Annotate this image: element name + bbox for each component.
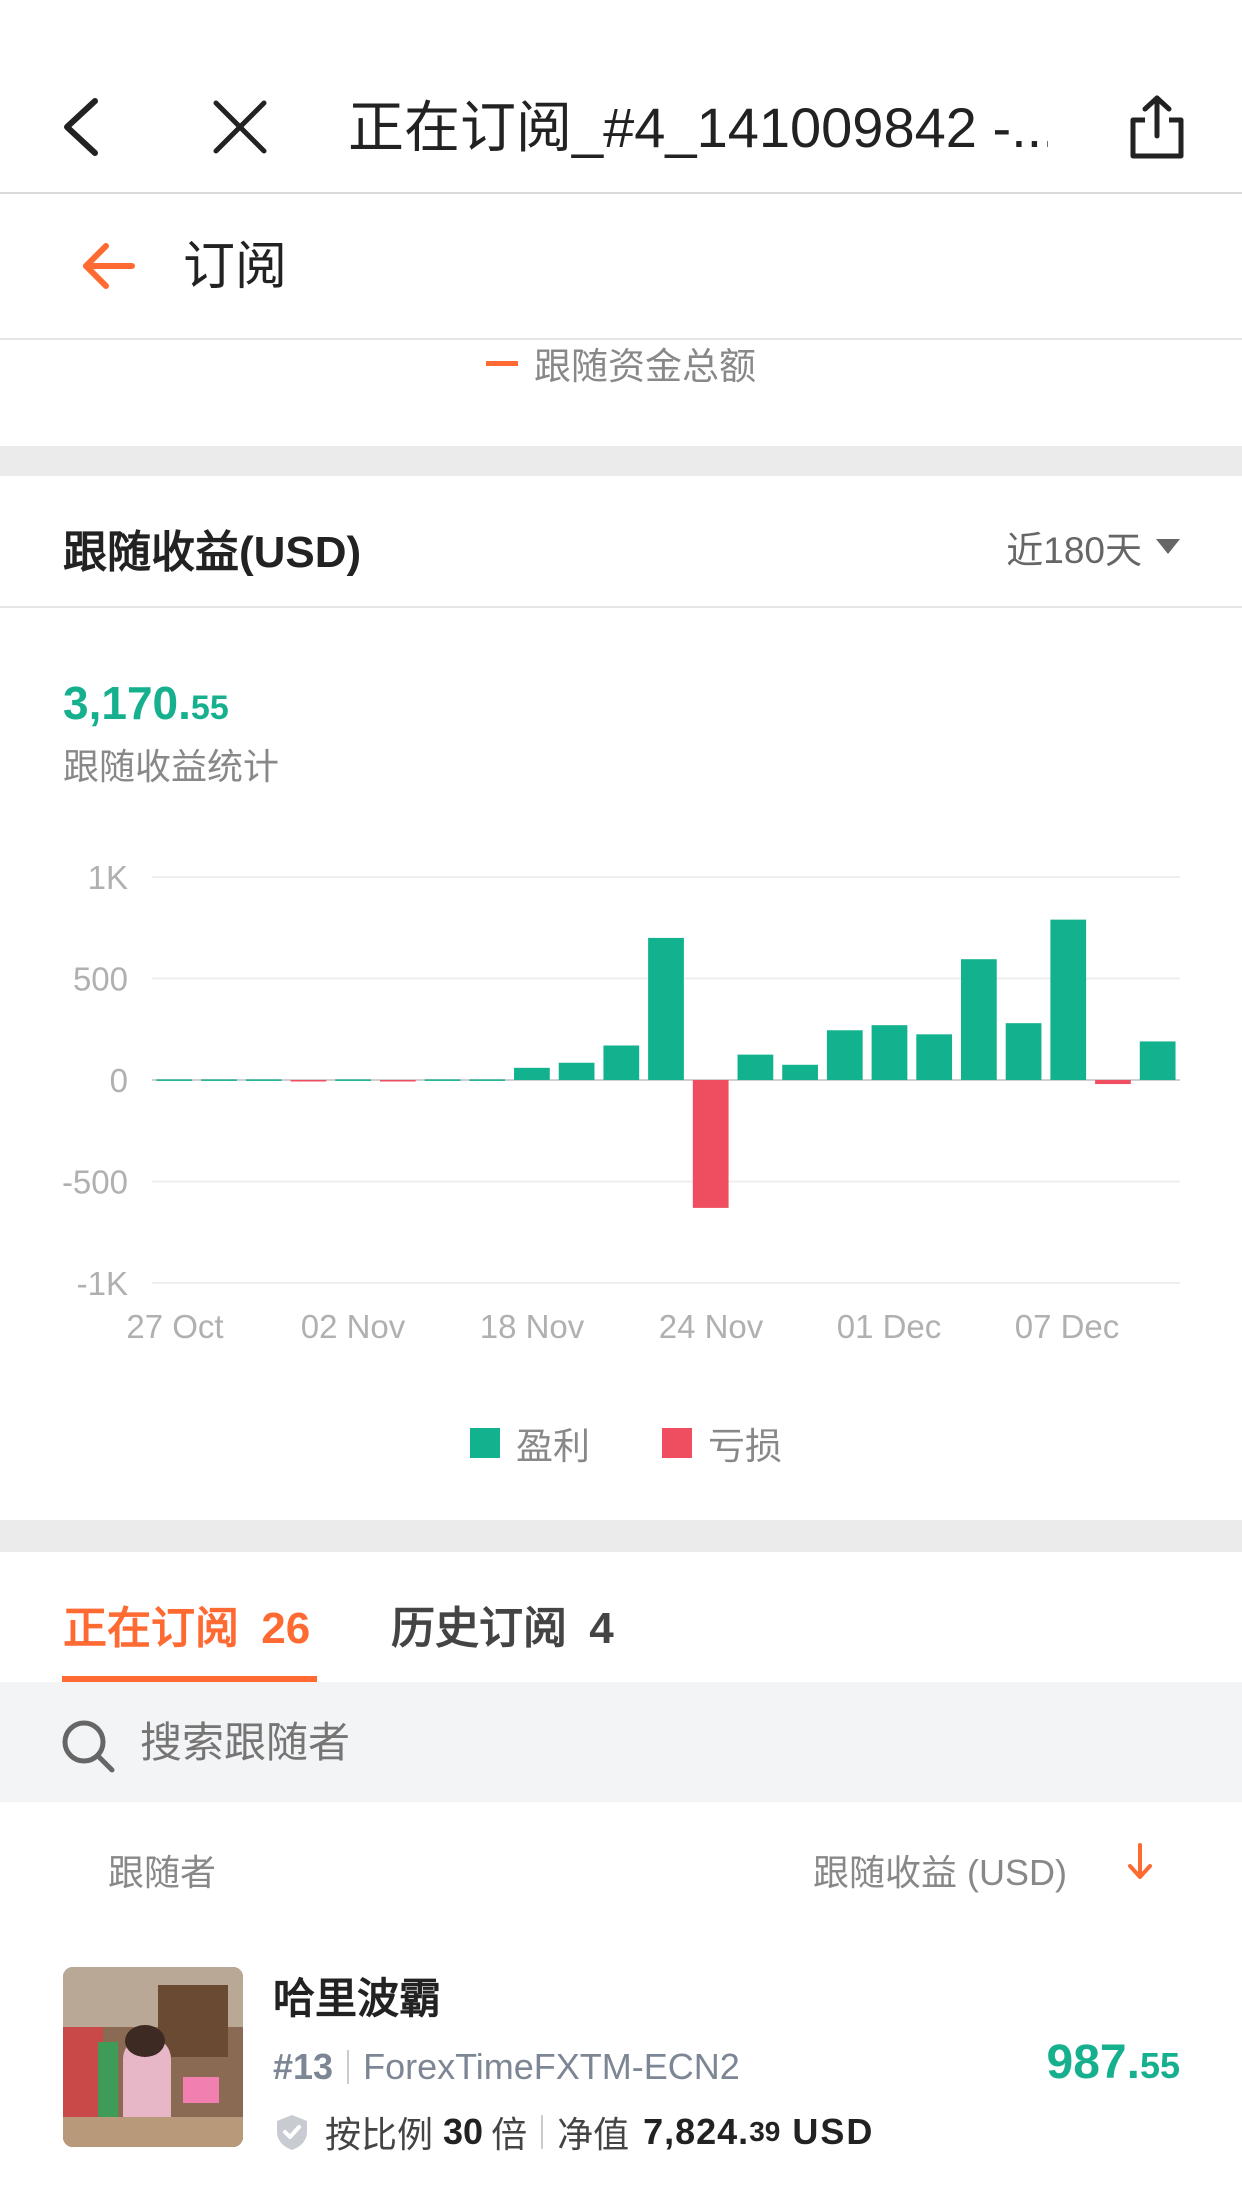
x-tick-label: 07 Dec — [1015, 1308, 1120, 1345]
fund-total-label: 跟随资金总额 — [534, 346, 756, 387]
earnings-title: 跟随收益(USD) — [63, 528, 362, 577]
earnings-chart: 1K 500 0 -500 -1K 27 Oct 02 Nov 18 Nov 24 Nov 01 … — [62, 859, 1180, 1345]
profit-bar — [737, 1054, 774, 1080]
legend-line-swatch — [486, 360, 518, 366]
subscription-tabs: 正在订阅 26 历史订阅 4 — [0, 1552, 1242, 1684]
x-tick-label: 01 Dec — [837, 1308, 942, 1345]
y-tick-label: 0 — [110, 1062, 128, 1099]
profit-bar — [335, 1079, 372, 1081]
total-earnings-int: 3,170. — [63, 677, 191, 729]
loss-bar — [290, 1080, 327, 1082]
y-tick-label: -500 — [62, 1164, 128, 1201]
arrow-left-icon — [83, 243, 135, 289]
x-tick-label: 02 Nov — [301, 1308, 406, 1345]
tab-current-count: 26 — [261, 1604, 311, 1653]
follower-server: ForexTimeFXTM-ECN2 — [363, 2046, 740, 2087]
legend-loss: 亏损 — [708, 1426, 782, 1467]
follower-details: 按比例 30 倍 净值 7,824. 39 USD — [275, 2106, 874, 2158]
profit-bar — [782, 1064, 818, 1080]
equity-label: 净值 — [557, 2114, 630, 2155]
follower-account: #13 ForexTimeFXTM-ECN2 — [273, 2046, 740, 2088]
profit-bar — [514, 1067, 550, 1080]
share-icon — [1130, 95, 1184, 159]
profit-bar — [826, 1030, 863, 1080]
profit-bar — [871, 1025, 908, 1080]
profit-swatch — [470, 1428, 500, 1458]
close-icon — [213, 100, 267, 154]
equity-unit: USD — [792, 2111, 875, 2152]
profit-bar — [960, 959, 997, 1080]
equity-dec: 39 — [749, 2116, 781, 2147]
close-button[interactable] — [195, 82, 285, 172]
profit-bar — [424, 1079, 461, 1081]
profit-bar — [916, 1034, 953, 1080]
chevron-left-icon — [64, 98, 98, 156]
profit-bar — [156, 1079, 193, 1081]
total-earnings: 3,170.55 — [63, 676, 229, 730]
header-back-button[interactable] — [78, 236, 138, 296]
profit-bar — [1005, 1023, 1042, 1080]
profit-bar — [648, 937, 684, 1080]
legend-profit: 盈利 — [516, 1426, 590, 1467]
x-tick-label: 18 Nov — [480, 1308, 585, 1345]
profit-bar — [245, 1079, 282, 1081]
y-tick-label: -1K — [77, 1265, 128, 1302]
follower-profit-dec: 55 — [1139, 2045, 1180, 2086]
loss-swatch — [662, 1428, 692, 1458]
profit-bar — [603, 1045, 640, 1080]
profit-bar — [469, 1079, 506, 1081]
col-earnings[interactable]: 跟随收益 (USD) — [813, 1844, 1067, 1896]
follower-name: 哈里波霸 — [273, 1975, 442, 2022]
loss-bar — [1095, 1080, 1131, 1085]
fund-total-legend: 跟随资金总额 — [0, 340, 1242, 444]
equity-int: 7,824. — [643, 2111, 750, 2152]
profit-bar — [201, 1079, 237, 1081]
y-tick-label: 1K — [88, 859, 128, 896]
ratio-value: 30 — [443, 2111, 484, 2152]
range-label: 近180天 — [1006, 530, 1142, 571]
caret-down-icon — [1156, 539, 1180, 554]
loss-bar — [692, 1080, 729, 1208]
shield-check-icon — [277, 2115, 307, 2150]
profit-bar — [1050, 919, 1087, 1080]
col-follower: 跟随者 — [108, 1852, 217, 1893]
divider — [541, 2115, 544, 2149]
y-tick-label: 500 — [73, 961, 128, 998]
section-divider — [0, 1520, 1242, 1552]
ratio-unit: 倍 — [491, 2114, 528, 2155]
tab-history-label: 历史订阅 — [391, 1604, 567, 1653]
tab-current[interactable]: 正在订阅 26 — [63, 1592, 310, 1656]
section-divider — [0, 446, 1242, 476]
x-tick-label: 27 Oct — [126, 1308, 223, 1345]
divider — [347, 2050, 350, 2084]
arrow-down-icon[interactable] — [1126, 1842, 1154, 1882]
follower-id: #13 — [273, 2046, 334, 2087]
search-input[interactable] — [138, 1712, 1142, 1774]
follower-profit: 987.55 — [1047, 2035, 1180, 2090]
x-tick-label: 24 Nov — [659, 1308, 764, 1345]
avatar — [63, 1967, 243, 2147]
nav-bar: 正在订阅_#4_141009842 -... — [0, 0, 1242, 194]
profit-bar — [558, 1062, 595, 1080]
search-icon — [62, 1720, 115, 1773]
content-header: 订阅 — [0, 194, 1242, 340]
share-button[interactable] — [1112, 82, 1202, 172]
tab-history-count: 4 — [589, 1604, 614, 1653]
earnings-header: 跟随收益(USD) 近180天 — [0, 476, 1242, 608]
total-earnings-label: 跟随收益统计 — [63, 746, 280, 787]
ratio-label: 按比例 — [325, 2114, 434, 2155]
search-bar[interactable] — [0, 1682, 1242, 1802]
chart-legend: 盈利 亏损 — [470, 1416, 782, 1470]
profit-bar — [1139, 1041, 1176, 1080]
back-button[interactable] — [36, 82, 126, 172]
tab-current-label: 正在订阅 — [63, 1604, 239, 1653]
loss-bar — [379, 1080, 416, 1082]
follower-profit-int: 987. — [1046, 2036, 1140, 2089]
page-title: 正在订阅_#4_141009842 -... — [348, 96, 1048, 159]
total-earnings-dec: 55 — [190, 689, 229, 727]
header-title: 订阅 — [183, 238, 288, 296]
tab-history[interactable]: 历史订阅 4 — [391, 1592, 614, 1656]
list-item[interactable]: 哈里波霸 #13 ForexTimeFXTM-ECN2 按比例 30 倍 净值 … — [0, 1940, 1242, 2208]
range-selector[interactable]: 近180天 — [1006, 520, 1180, 574]
